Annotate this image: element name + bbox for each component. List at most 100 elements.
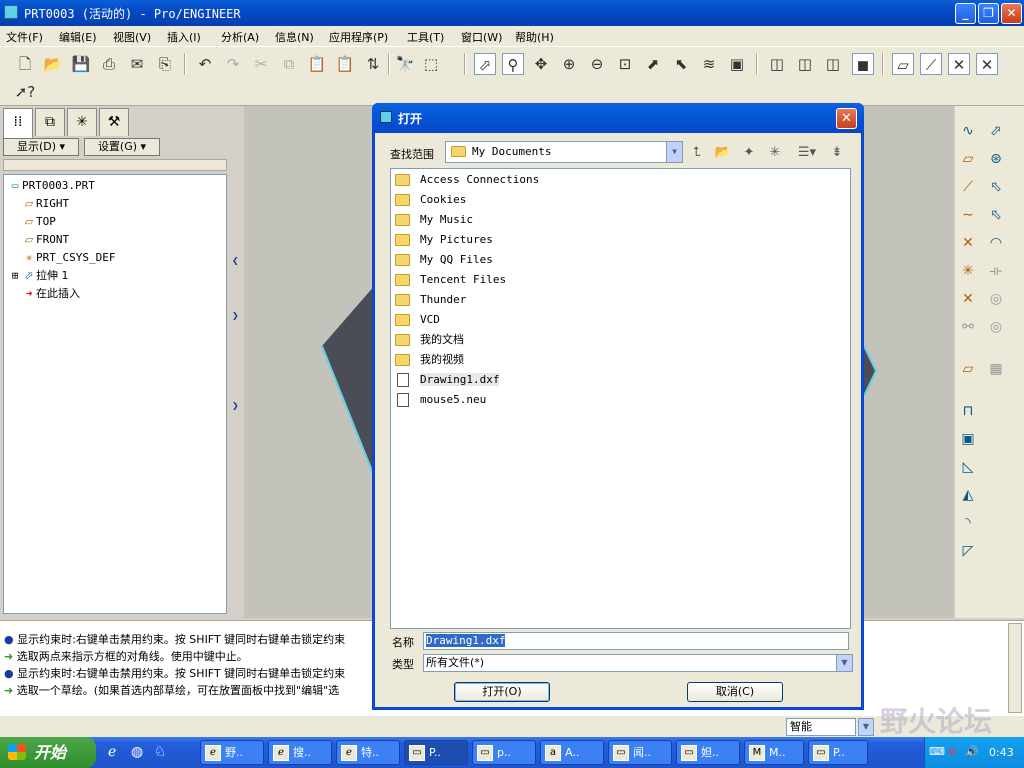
tree-item-front[interactable]: ⏥ FRONT bbox=[22, 231, 69, 249]
draft-icon[interactable]: ◭ bbox=[957, 484, 979, 506]
send-mail-icon[interactable]: ✉ bbox=[126, 53, 148, 75]
list-item[interactable]: VCD bbox=[395, 311, 440, 329]
open-button[interactable]: 打开(O) bbox=[454, 682, 550, 702]
menu-analysis[interactable]: 分析(A) bbox=[221, 29, 259, 45]
mirror-icon[interactable]: ⟛ bbox=[985, 260, 1007, 282]
datum-tools-icon[interactable]: ⬀ bbox=[985, 120, 1007, 142]
taskbar-item[interactable]: ℯ 特.. bbox=[336, 740, 400, 765]
browser-quicklaunch-icon[interactable]: ◍ bbox=[131, 744, 143, 760]
menu-tools[interactable]: 工具(T) bbox=[407, 29, 444, 45]
taskbar-item[interactable]: a A.. bbox=[540, 740, 604, 765]
reorient-icon[interactable]: ⬈ bbox=[642, 53, 664, 75]
analysis-feature-icon[interactable]: ✕ bbox=[957, 288, 979, 310]
trim-icon[interactable]: ⚯ bbox=[957, 316, 979, 338]
start-button[interactable]: 开始 bbox=[0, 737, 96, 768]
taskbar-item[interactable]: M M.. bbox=[744, 740, 804, 765]
paste-icon[interactable]: 📋 bbox=[306, 53, 328, 75]
sweep-icon[interactable]: ⬁ bbox=[985, 176, 1007, 198]
taskbar-item[interactable]: ℯ 搜.. bbox=[268, 740, 332, 765]
clock[interactable]: 0:43 bbox=[989, 746, 1014, 759]
paste-special-icon[interactable]: 📋 bbox=[334, 53, 356, 75]
datum-plane-tool-icon[interactable]: ⏥ bbox=[957, 148, 979, 170]
datum-point-display-icon[interactable]: ✕ bbox=[948, 53, 970, 75]
revolve-icon[interactable]: ⊛ bbox=[985, 148, 1007, 170]
undo-icon[interactable]: ↶ bbox=[194, 53, 216, 75]
zoom-in-icon[interactable]: ⊕ bbox=[558, 53, 580, 75]
up-folder-icon[interactable]: ⮤ bbox=[687, 143, 707, 163]
show-button[interactable]: 显示(D) ▾ bbox=[3, 138, 79, 156]
keyboard-icon[interactable]: ⌨ bbox=[929, 745, 945, 758]
list-item[interactable]: 我的视频 bbox=[395, 351, 464, 369]
selection-box-icon[interactable]: ⬚ bbox=[420, 53, 442, 75]
look-in-dropdown[interactable]: My Documents ▼ bbox=[445, 141, 683, 163]
menu-file[interactable]: 文件(F) bbox=[6, 29, 43, 45]
wireframe-icon[interactable]: ◫ bbox=[766, 53, 788, 75]
menu-applications[interactable]: 应用程序(P) bbox=[329, 29, 388, 45]
tab-model-tree[interactable]: ⁞⁞ bbox=[3, 108, 33, 138]
tree-item-part[interactable]: ▭ PRT0003.PRT bbox=[8, 177, 95, 195]
datum-point-tool-icon[interactable]: ✕ bbox=[957, 232, 979, 254]
hidden-line-icon[interactable]: ◫ bbox=[794, 53, 816, 75]
cut-icon[interactable]: ✂ bbox=[250, 53, 272, 75]
working-folder-icon[interactable]: ✳ bbox=[765, 143, 785, 163]
sketch-toggle-icon[interactable]: ⬀ bbox=[474, 53, 496, 75]
merge-icon[interactable]: ◎ bbox=[985, 288, 1007, 310]
find-binoculars-icon[interactable]: 🔭 bbox=[394, 53, 416, 75]
layers-icon[interactable]: ≋ bbox=[698, 53, 720, 75]
list-item[interactable]: mouse5.neu bbox=[395, 391, 486, 409]
tree-item-extrude[interactable]: ⊞ ⬀ 拉伸 1 bbox=[8, 267, 69, 285]
file-name-input[interactable]: Drawing1.dxf bbox=[423, 632, 849, 650]
new-file-icon[interactable]: 🗋 bbox=[14, 53, 36, 75]
boundary-blend-icon[interactable]: ◠ bbox=[985, 232, 1007, 254]
redo-icon[interactable]: ↷ bbox=[222, 53, 244, 75]
datum-axis-tool-icon[interactable]: ⟋ bbox=[957, 176, 979, 198]
message-scrollbar[interactable] bbox=[1008, 623, 1022, 713]
list-item[interactable]: My QQ Files bbox=[395, 251, 493, 269]
dialog-close-button[interactable]: ✕ bbox=[836, 108, 857, 129]
tree-item-top[interactable]: ⏥ TOP bbox=[22, 213, 56, 231]
menu-info[interactable]: 信息(N) bbox=[275, 29, 314, 45]
list-item[interactable]: 我的文档 bbox=[395, 331, 464, 349]
open-folder-icon[interactable]: 📂 bbox=[42, 53, 64, 75]
zoom-out-icon[interactable]: ⊖ bbox=[586, 53, 608, 75]
pattern-icon[interactable]: ◎ bbox=[985, 316, 1007, 338]
view-menu-icon[interactable]: ☰▾ bbox=[793, 143, 821, 163]
menu-edit[interactable]: 编辑(E) bbox=[59, 29, 97, 45]
tree-item-csys[interactable]: ✳ PRT_CSYS_DEF bbox=[22, 249, 116, 267]
extrude-tool-icon[interactable]: ⊓ bbox=[957, 400, 979, 422]
blend-icon[interactable]: ⬁ bbox=[985, 204, 1007, 226]
taskbar-item[interactable]: ▭ 妲.. bbox=[676, 740, 740, 765]
expand-arrow-icon[interactable]: ❯ bbox=[232, 311, 239, 320]
saved-views-icon[interactable]: ⬉ bbox=[670, 53, 692, 75]
tab-favorites[interactable]: ✳ bbox=[67, 108, 97, 136]
tab-connections[interactable]: ⚒ bbox=[99, 108, 129, 136]
app-quicklaunch-icon[interactable]: ♘ bbox=[154, 744, 167, 760]
taskbar-item[interactable]: ℯ 野.. bbox=[200, 740, 264, 765]
open-folder-nav-icon[interactable]: 📂 bbox=[713, 143, 733, 163]
expand-arrow-icon[interactable]: ❯ bbox=[232, 401, 239, 410]
chevron-down-icon[interactable]: ▼ bbox=[666, 142, 682, 162]
list-item[interactable]: Tencent Files bbox=[395, 271, 506, 289]
regenerate-icon[interactable]: ⇅ bbox=[362, 53, 384, 75]
volume-icon[interactable]: 🔊 bbox=[965, 745, 979, 758]
list-item[interactable]: Access Connections bbox=[395, 171, 539, 189]
menu-help[interactable]: 帮助(H) bbox=[515, 29, 554, 45]
context-help-icon[interactable]: ➚? bbox=[14, 81, 36, 103]
save-icon[interactable]: 💾 bbox=[70, 53, 92, 75]
no-hidden-icon[interactable]: ◫ bbox=[822, 53, 844, 75]
selection-filter[interactable]: 智能 bbox=[786, 718, 856, 736]
sketch-tool-icon[interactable]: ▱ bbox=[957, 358, 979, 380]
list-item[interactable]: Drawing1.dxf bbox=[395, 371, 500, 389]
print-icon[interactable]: ⎙ bbox=[98, 53, 120, 75]
group-icon[interactable]: ▦ bbox=[985, 358, 1007, 380]
refit-icon[interactable]: ⊡ bbox=[614, 53, 636, 75]
shell-icon[interactable]: ▣ bbox=[957, 428, 979, 450]
expand-plus-icon[interactable]: ⊞ bbox=[8, 267, 22, 285]
tree-item-insert-here[interactable]: ➜ 在此插入 bbox=[22, 285, 80, 303]
tree-item-right[interactable]: ⏥ RIGHT bbox=[22, 195, 69, 213]
maximize-button[interactable]: ❐ bbox=[978, 3, 999, 24]
list-item[interactable]: Thunder bbox=[395, 291, 466, 309]
collapse-arrow-icon[interactable]: ❮ bbox=[232, 256, 239, 265]
ie-quicklaunch-icon[interactable]: ℯ bbox=[108, 744, 116, 760]
menu-view[interactable]: 视图(V) bbox=[113, 29, 151, 45]
